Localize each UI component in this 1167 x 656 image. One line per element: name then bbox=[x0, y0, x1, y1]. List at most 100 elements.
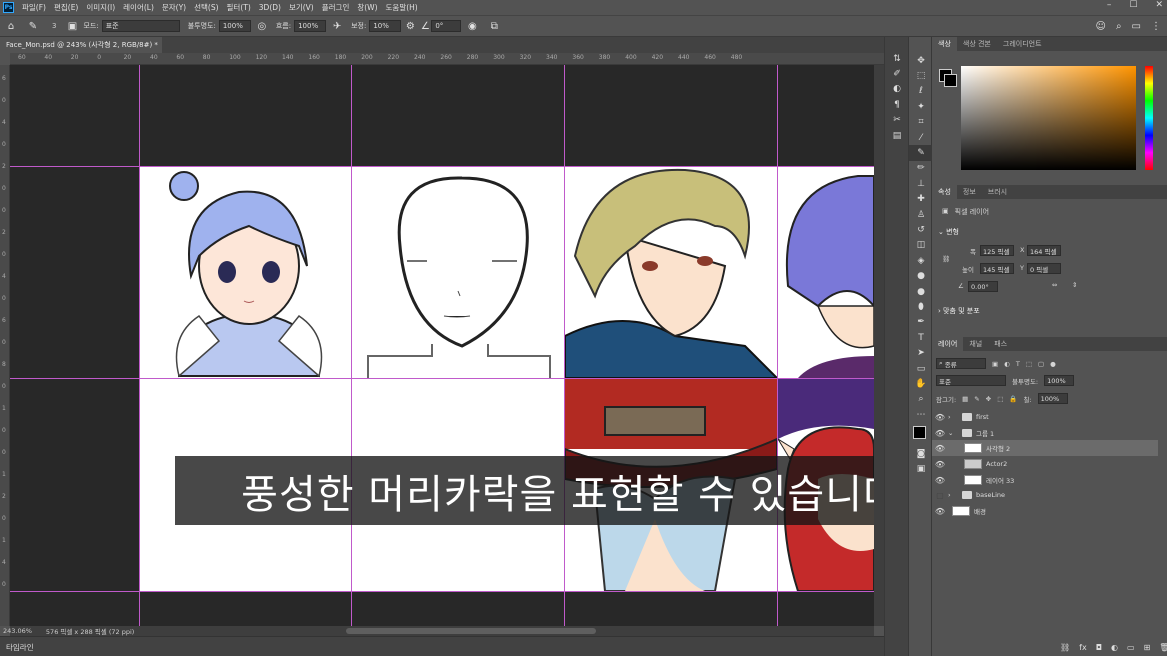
paint-bucket-tool-icon[interactable]: ◈ bbox=[909, 253, 933, 268]
flip-horizontal-icon[interactable]: ⇔ bbox=[1052, 281, 1057, 289]
clone-stamp-tool-icon[interactable]: ⊥ bbox=[909, 176, 933, 191]
pressure-size-icon[interactable]: ◉ bbox=[461, 21, 483, 32]
screen-mode-icon[interactable]: ▣ bbox=[909, 462, 933, 477]
layer-opacity-field[interactable]: 100% bbox=[1044, 375, 1075, 386]
blur-tool-icon[interactable]: ● bbox=[909, 268, 933, 283]
color-panel-bg-swatch[interactable] bbox=[944, 74, 957, 87]
eye-icon[interactable]: 👁 bbox=[932, 444, 948, 453]
flow-field[interactable]: 100% bbox=[294, 20, 327, 32]
mode-select[interactable]: 표준 bbox=[101, 20, 180, 32]
brush-panel-icon[interactable]: ▣ bbox=[64, 21, 80, 32]
y-field[interactable]: 0 픽셀 bbox=[1027, 263, 1061, 274]
filter-shape-icon[interactable]: ⬚ bbox=[1026, 360, 1032, 368]
tab-gradients[interactable]: 그레이디언트 bbox=[997, 37, 1048, 51]
brush-tool-preset-icon[interactable]: ✎ bbox=[22, 21, 44, 32]
hand-tool-icon[interactable]: ✋ bbox=[909, 376, 933, 391]
brush-settings-icon[interactable]: ✐ bbox=[885, 66, 909, 81]
timeline-label[interactable]: 타임라인 bbox=[6, 643, 34, 652]
libraries-icon[interactable]: ▤ bbox=[885, 128, 909, 143]
new-layer-icon[interactable]: ⊞ bbox=[1144, 643, 1151, 652]
tab-paths[interactable]: 패스 bbox=[988, 337, 1013, 351]
more-icon[interactable]: ⋮ bbox=[1151, 21, 1161, 32]
dodge-tool-icon[interactable]: ● bbox=[909, 284, 933, 299]
quick-mask-icon[interactable]: ◙ bbox=[909, 446, 933, 461]
lock-brush-icon[interactable]: ✎ bbox=[974, 395, 979, 403]
workspace-icon[interactable]: ▭ bbox=[1132, 21, 1141, 32]
layer-row[interactable]: 👁 › first bbox=[932, 409, 1158, 425]
opacity-field[interactable]: 100% bbox=[218, 20, 251, 32]
type-tool-icon[interactable]: T bbox=[909, 330, 933, 345]
tab-info[interactable]: 정보 bbox=[957, 185, 982, 199]
guide-line[interactable] bbox=[564, 65, 565, 626]
healing-brush-tool-icon[interactable]: ✚ bbox=[909, 192, 933, 207]
menu-window[interactable]: 창(W) bbox=[353, 2, 381, 13]
document-tab[interactable]: Face_Mon.psd @ 243% (사각형 2, RGB/8#) * bbox=[0, 37, 162, 53]
close-icon[interactable]: ✕ bbox=[1155, 0, 1163, 10]
history-icon[interactable]: ⇅ bbox=[885, 51, 909, 66]
lock-pixels-icon[interactable]: ▦ bbox=[962, 395, 968, 403]
more-tools-icon[interactable]: ⋯ bbox=[909, 407, 933, 422]
filter-pixel-icon[interactable]: ▣ bbox=[992, 360, 998, 368]
trash-icon[interactable]: 🗑 bbox=[1159, 643, 1167, 652]
layer-row[interactable]: 👁 배경 bbox=[932, 503, 1158, 519]
eye-icon[interactable]: 👁 bbox=[932, 413, 948, 422]
tab-brush[interactable]: 브러시 bbox=[982, 185, 1013, 199]
layer-row[interactable]: 👁 Actor2 bbox=[932, 456, 1158, 472]
transform-section[interactable]: ⌄ 변형 bbox=[938, 227, 959, 237]
angle-field[interactable]: 0° bbox=[431, 20, 462, 32]
blend-mode-select[interactable]: 표준 bbox=[936, 375, 1006, 386]
sponge-tool-icon[interactable]: ⬮ bbox=[909, 299, 933, 314]
eye-icon[interactable]: 👁 bbox=[932, 507, 948, 516]
pressure-opacity-icon[interactable]: ◎ bbox=[251, 21, 273, 32]
adjustment-layer-icon[interactable]: ◐ bbox=[1111, 643, 1118, 652]
lasso-tool-icon[interactable]: ℓ bbox=[909, 84, 933, 99]
align-section[interactable]: › 맞춤 및 분포 bbox=[938, 306, 980, 316]
eyedropper-tool-icon[interactable]: ⁄ bbox=[909, 130, 933, 145]
flip-vertical-icon[interactable]: ⇕ bbox=[1072, 281, 1077, 289]
search-icon[interactable]: ⌕ bbox=[1116, 21, 1122, 32]
filter-type-icon[interactable]: T bbox=[1016, 360, 1020, 368]
lock-artboard-icon[interactable]: ⬚ bbox=[997, 395, 1003, 403]
pencil-tool-icon[interactable]: ✏ bbox=[909, 161, 933, 176]
menu-type[interactable]: 문자(Y) bbox=[158, 2, 190, 13]
foreground-color-swatch[interactable] bbox=[913, 426, 926, 440]
color-picker-field[interactable] bbox=[961, 66, 1136, 170]
canvas-area[interactable] bbox=[10, 65, 874, 626]
menu-edit[interactable]: 편집(E) bbox=[50, 2, 82, 13]
share-icon[interactable]: ☺ bbox=[1096, 21, 1106, 32]
layer-row[interactable]: 👁 레이어 33 bbox=[932, 472, 1158, 488]
brush-size-value[interactable]: 3 bbox=[52, 22, 56, 30]
eye-icon[interactable]: 👁 bbox=[932, 476, 948, 485]
home-icon[interactable]: ⌂ bbox=[0, 21, 22, 32]
crop-tool-icon[interactable]: ⌗ bbox=[909, 115, 933, 130]
menu-view[interactable]: 보기(V) bbox=[285, 2, 318, 13]
history-brush-tool-icon[interactable]: ↺ bbox=[909, 222, 933, 237]
angle-field[interactable]: 0.00° bbox=[968, 281, 998, 292]
layer-filter-select[interactable]: ⌕ 종류 bbox=[936, 358, 986, 369]
tab-color[interactable]: 색상 bbox=[932, 37, 957, 51]
eye-icon[interactable]: 👁 bbox=[932, 429, 948, 438]
zoom-level[interactable]: 243.06% bbox=[3, 627, 32, 635]
stamp-tool-icon[interactable]: ♙ bbox=[909, 207, 933, 222]
link-icon[interactable]: ⛓ bbox=[942, 255, 950, 263]
airbrush-icon[interactable]: ✈ bbox=[326, 21, 348, 32]
menu-filter[interactable]: 필터(T) bbox=[223, 2, 255, 13]
menu-select[interactable]: 선택(S) bbox=[190, 2, 222, 13]
filter-smart-icon[interactable]: ▢ bbox=[1038, 360, 1044, 368]
path-selection-tool-icon[interactable]: ➤ bbox=[909, 345, 933, 360]
menu-help[interactable]: 도움말(H) bbox=[382, 2, 422, 13]
new-group-icon[interactable]: ▭ bbox=[1127, 643, 1135, 652]
chevron-right-icon[interactable]: › bbox=[948, 491, 958, 499]
guide-line[interactable] bbox=[777, 65, 778, 626]
guide-line[interactable] bbox=[10, 378, 874, 379]
adjustments-icon[interactable]: ◐ bbox=[885, 82, 909, 97]
eye-icon[interactable]: 👁 bbox=[932, 460, 948, 469]
move-tool-icon[interactable]: ✥ bbox=[909, 53, 933, 68]
character-icon[interactable]: ¶ bbox=[885, 97, 909, 112]
link-layers-icon[interactable]: ⛓ bbox=[1060, 643, 1070, 652]
maximize-icon[interactable]: ☐ bbox=[1129, 0, 1137, 10]
minimize-icon[interactable]: – bbox=[1107, 0, 1112, 10]
guide-line[interactable] bbox=[10, 166, 874, 167]
layer-row[interactable]: ▢ › baseLine bbox=[932, 487, 1158, 503]
gear-icon[interactable]: ⚙ bbox=[401, 21, 419, 32]
